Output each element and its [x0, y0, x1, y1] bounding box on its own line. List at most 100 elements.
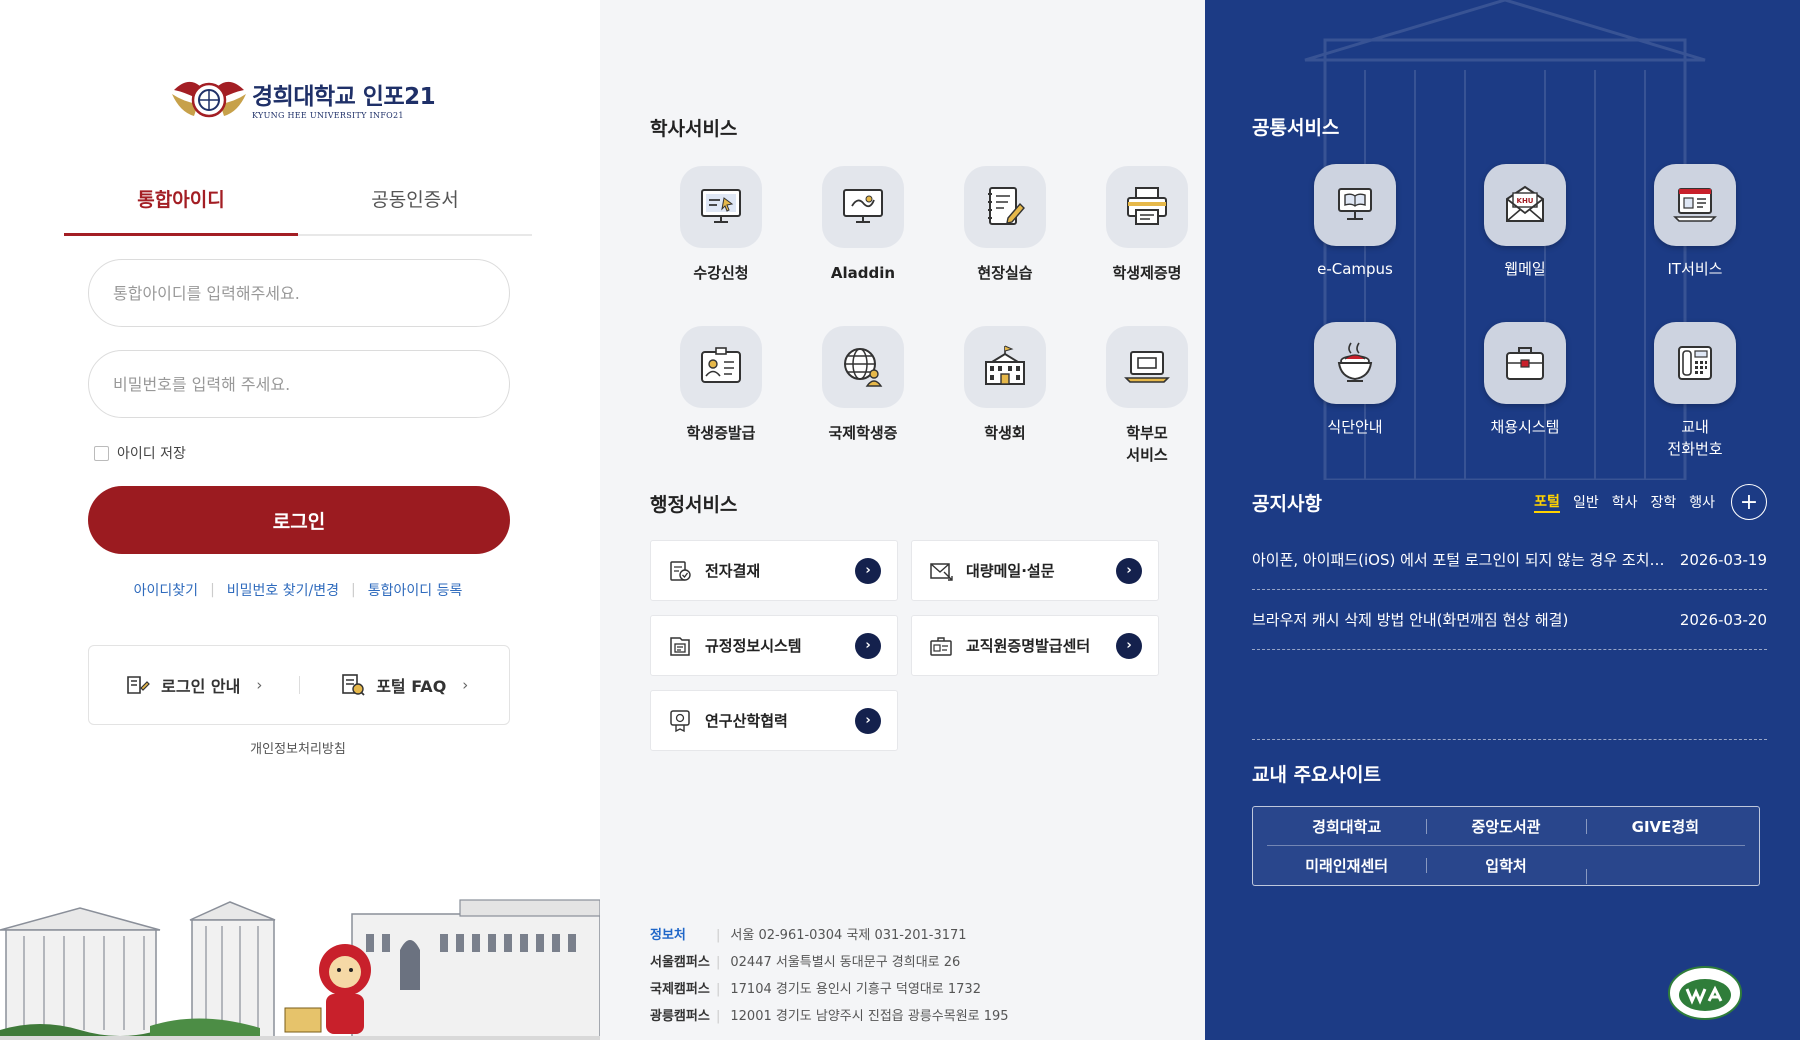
admin-services-grid: 전자결재 › 대량메일·설문 › 규정정보시스템 › 교직원증명발급센터 › 연… [650, 540, 1159, 751]
link-separator: | [351, 582, 356, 598]
site-link-admissions[interactable]: 입학처 [1426, 855, 1585, 876]
service-icon-box [680, 326, 762, 408]
service-webmail[interactable]: KHU 웹메일 [1440, 164, 1610, 302]
service-icon-box [964, 166, 1046, 248]
main-sites-title: 교내 주요사이트 [1252, 764, 1381, 786]
service-label: 학생증발급 [686, 424, 756, 442]
service-field-practice[interactable]: 현장실습 [934, 166, 1076, 306]
briefcase-icon [1506, 347, 1544, 380]
site-link-khu[interactable]: 경희대학교 [1267, 816, 1426, 837]
service-label: IT서비스 [1667, 260, 1723, 278]
building-icon [985, 345, 1025, 385]
contact-row: 광릉캠퍼스 | 12001 경기도 남양주시 진접읍 광릉수목원로 195 [650, 1003, 1009, 1030]
notice-item[interactable]: 브라우저 캐시 삭제 방법 안내(화면깨짐 현상 해결) 2026-03-20 [1252, 590, 1767, 650]
help-box: 로그인 안내 › 포털 FAQ › [88, 645, 510, 725]
service-icon-box [1654, 322, 1736, 404]
service-ecampus[interactable]: e-Campus [1270, 164, 1440, 302]
service-student-id[interactable]: 학생증발급 [650, 326, 792, 466]
login-button[interactable]: 로그인 [88, 486, 510, 554]
service-meal[interactable]: 식단안내 [1270, 322, 1440, 460]
login-guide-button[interactable]: 로그인 안내 › [89, 672, 299, 698]
admin-label: 규정정보시스템 [705, 637, 802, 655]
notice-item[interactable]: 아이폰, 아이패드(iOS) 에서 포털 로그인이 되지 않는 경우 조치 방법… [1252, 530, 1767, 590]
campus-illustration [0, 899, 600, 1040]
site-link-library[interactable]: 중앙도서관 [1426, 816, 1585, 837]
admin-regulation-system[interactable]: 규정정보시스템 › [650, 615, 898, 676]
notice-empty-row [1252, 650, 1767, 740]
contact-divider: | [716, 982, 721, 997]
admin-staff-certificate-center[interactable]: 교직원증명발급센터 › [911, 615, 1159, 676]
service-it[interactable]: IT서비스 [1610, 164, 1780, 302]
field-practice-icon [988, 187, 1025, 225]
phone-icon [1678, 346, 1712, 380]
site-link-career-center[interactable]: 미래인재센터 [1267, 855, 1426, 876]
course-registration-icon [701, 189, 741, 223]
service-parents[interactable]: 학부모 서비스 [1076, 326, 1218, 466]
login-guide-label: 로그인 안내 [161, 677, 241, 696]
service-student-certificate[interactable]: 학생제증명 [1076, 166, 1218, 306]
notice-title: 공지사항 [1252, 492, 1322, 515]
common-services-title: 공통서비스 [1252, 117, 1340, 139]
find-id-link[interactable]: 아이디찾기 [134, 580, 198, 600]
login-guide-icon [127, 676, 151, 694]
service-icon-box [680, 166, 762, 248]
tab-integrated-id[interactable]: 통합아이디 [64, 178, 298, 236]
notice-tab-general[interactable]: 일반 [1573, 492, 1599, 512]
contact-value: 서울 02-961-0304 국제 031-201-3171 [730, 928, 967, 943]
university-logo[interactable]: 경희대학교 인포21 KYUNG HEE UNIVERSITY INFO21 [170, 72, 436, 124]
notice-tab-scholarship[interactable]: 장학 [1650, 492, 1676, 512]
remember-id-checkbox[interactable] [94, 445, 109, 461]
logo-subtitle: KYUNG HEE UNIVERSITY INFO21 [252, 110, 404, 120]
arrow-right-icon: › [855, 707, 881, 734]
contact-value: 12001 경기도 남양주시 진접읍 광릉수목원로 195 [730, 1009, 1009, 1024]
chevron-right-icon: › [256, 676, 263, 694]
contact-divider: | [716, 928, 721, 943]
svg-text:KHU: KHU [1517, 197, 1534, 205]
service-international-id[interactable]: 국제학생증 [792, 326, 934, 466]
link-separator: | [210, 582, 215, 598]
admin-mass-mail-survey[interactable]: 대량메일·설문 › [911, 540, 1159, 601]
service-course-registration[interactable]: 수강신청 [650, 166, 792, 306]
portal-faq-button[interactable]: 포털 FAQ › [300, 672, 510, 698]
meal-bowl-icon [1337, 342, 1373, 382]
service-recruitment[interactable]: 채용시스템 [1440, 322, 1610, 460]
account-links: 아이디찾기 | 비밀번호 찾기/변경 | 통합아이디 등록 [64, 580, 532, 600]
aladdin-monitor-icon [843, 189, 883, 223]
notice-tab-event[interactable]: 행사 [1689, 492, 1715, 512]
service-phonebook[interactable]: 교내 전화번호 [1610, 322, 1780, 460]
register-id-link[interactable]: 통합아이디 등록 [368, 580, 463, 600]
tab-certificate[interactable]: 공동인증서 [298, 178, 532, 234]
notice-list: 아이폰, 아이패드(iOS) 에서 포털 로그인이 되지 않는 경우 조치 방법… [1252, 530, 1767, 740]
globe-user-icon [844, 348, 883, 387]
admin-services-title: 행정서비스 [650, 494, 738, 516]
service-icon-box [1106, 166, 1188, 248]
notice-tabs: 포털 일반 학사 장학 행사 + [1521, 484, 1767, 520]
contact-value: 17104 경기도 용인시 기흥구 덕영대로 1732 [730, 982, 981, 997]
service-aladdin[interactable]: Aladdin [792, 166, 934, 306]
remember-id[interactable]: 아이디 저장 [94, 443, 186, 463]
mail-survey-icon [930, 562, 953, 581]
notice-more-button[interactable]: + [1731, 484, 1767, 520]
portal-faq-label: 포털 FAQ [376, 677, 447, 696]
remember-id-label: 아이디 저장 [117, 446, 186, 462]
service-label: e-Campus [1317, 260, 1393, 278]
privacy-policy-link[interactable]: 개인정보처리방침 [64, 738, 532, 757]
notice-tab-portal[interactable]: 포털 [1534, 491, 1560, 513]
contact-key: 광릉캠퍼스 [650, 1009, 710, 1024]
id-field-wrapper [88, 259, 510, 327]
notice-tab-academic[interactable]: 학사 [1612, 492, 1638, 512]
contact-value: 02447 서울특별시 동대문구 경희대로 26 [730, 955, 961, 970]
service-label: 학부모 서비스 [1126, 424, 1168, 464]
find-password-link[interactable]: 비밀번호 찾기/변경 [227, 580, 339, 600]
id-input[interactable] [89, 260, 509, 326]
university-seal-icon [172, 81, 246, 118]
laptop-icon [1124, 351, 1170, 383]
admin-research-cooperation[interactable]: 연구산학협력 › [650, 690, 898, 751]
notice-header: 공지사항 포털 일반 학사 장학 행사 + [1252, 484, 1767, 520]
admin-label: 전자결재 [705, 562, 761, 580]
admin-electronic-approval[interactable]: 전자결재 › [650, 540, 898, 601]
password-input[interactable] [89, 351, 509, 417]
approval-icon [670, 560, 691, 581]
service-student-council[interactable]: 학생회 [934, 326, 1076, 466]
site-link-give[interactable]: GIVE경희 [1585, 816, 1745, 837]
